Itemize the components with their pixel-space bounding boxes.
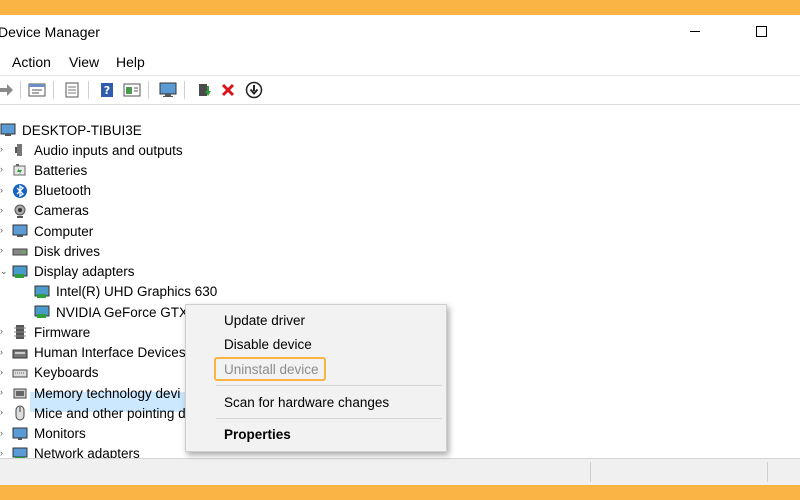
menu-action[interactable]: Action (12, 54, 51, 70)
expand-chevron-icon[interactable]: › (0, 144, 3, 154)
keyboard-icon (12, 365, 28, 381)
view-icon[interactable] (122, 80, 142, 100)
toolbar-separator (184, 81, 185, 99)
tree-category-keyboards[interactable]: Keyboards (12, 363, 99, 383)
gpu-icon (34, 304, 50, 320)
tree-category-bluetooth[interactable]: Bluetooth (12, 181, 91, 201)
bluetooth-icon (12, 183, 28, 199)
uninstall-x-icon[interactable] (218, 80, 238, 100)
tree-node-label: DESKTOP-TIBUI3E (22, 122, 142, 138)
tree-node-label: Computer (34, 223, 94, 239)
tree-category-mice-and-other-pointing-d[interactable]: Mice and other pointing d (12, 403, 186, 423)
help-icon[interactable]: ? (97, 80, 117, 100)
expand-chevron-icon[interactable]: › (0, 387, 3, 397)
tree-node-label: Bluetooth (34, 183, 92, 198)
tree-node-label: Firmware (34, 324, 91, 340)
properties-icon[interactable] (27, 80, 47, 100)
window-title: Device Manager (0, 24, 100, 40)
context-menu: Update driver Disable device Uninstall d… (185, 304, 447, 452)
disable-device-menu-item[interactable]: Disable device (224, 337, 312, 352)
tree-category-monitors[interactable]: Monitors (12, 424, 86, 444)
tree-category-batteries[interactable]: Batteries (12, 160, 87, 180)
gpu-icon (34, 284, 50, 300)
tree-category-memory-technology-devi[interactable]: Memory technology devi (12, 383, 180, 403)
tree-device-node[interactable]: Intel(R) UHD Graphics 630 (34, 282, 217, 302)
tree-category-human-interface-devices[interactable]: Human Interface Devices (12, 343, 186, 363)
toolbar-separator (148, 81, 149, 99)
expand-chevron-icon[interactable]: › (0, 428, 3, 438)
scan-hardware-menu-item[interactable]: Scan for hardware changes (224, 395, 389, 410)
speaker-icon (12, 142, 28, 158)
expand-chevron-icon[interactable]: › (0, 367, 3, 377)
svg-text:?: ? (104, 84, 110, 97)
toolbar-separator (88, 81, 89, 99)
download-icon[interactable] (244, 80, 264, 100)
tree-category-display-adapters[interactable]: Display adapters (12, 262, 135, 282)
tree-category-computer[interactable]: Computer (12, 221, 93, 241)
tree-node-label: Disk drives (34, 243, 101, 259)
firmware-icon (12, 324, 28, 340)
menu-view[interactable]: View (69, 54, 99, 70)
battery-icon (12, 162, 28, 178)
collapse-chevron-icon[interactable]: ⌄ (0, 266, 8, 277)
expand-chevron-icon[interactable]: › (0, 185, 3, 195)
tree-category-cameras[interactable]: Cameras (12, 201, 89, 221)
update-driver-icon[interactable] (194, 80, 214, 100)
status-bar (0, 458, 800, 485)
uninstall-device-menu-item[interactable]: Uninstall device (224, 362, 319, 377)
expand-chevron-icon[interactable]: › (0, 245, 3, 255)
maximize-button[interactable] (738, 15, 784, 47)
expand-chevron-icon[interactable]: › (0, 326, 3, 336)
expand-chevron-icon[interactable]: › (0, 347, 3, 357)
update-driver-menu-item[interactable]: Update driver (224, 313, 305, 328)
desktop-root-icon (0, 122, 16, 138)
computer-icon (12, 223, 28, 239)
status-divider (767, 462, 768, 482)
expand-chevron-icon[interactable]: › (0, 225, 3, 235)
tree-node-label: Display adapters (34, 264, 135, 279)
tree-node-label: Cameras (34, 203, 89, 219)
tree-node-label: Memory technology devi (34, 385, 181, 401)
tree-node-label: Batteries (34, 162, 88, 178)
tree-node-label: Intel(R) UHD Graphics 630 (56, 284, 218, 300)
hid-icon (12, 345, 28, 361)
tree-node-label: Audio inputs and outputs (34, 142, 183, 158)
tree-category-disk-drives[interactable]: Disk drives (12, 241, 100, 261)
expand-chevron-icon[interactable]: › (0, 448, 3, 458)
tree-node-label: Keyboards (34, 365, 99, 381)
display-adapter-icon (12, 264, 28, 280)
title-bar: Device Manager (0, 15, 800, 47)
expand-chevron-icon[interactable]: › (0, 407, 3, 417)
mouse-icon (12, 405, 28, 421)
tree-root-node[interactable]: DESKTOP-TIBUI3E (0, 120, 142, 140)
tree-category-audio-inputs-and-outputs[interactable]: Audio inputs and outputs (12, 140, 183, 160)
tree-node-label: Monitors (34, 426, 86, 441)
toolbar-separator (20, 81, 21, 99)
expand-chevron-icon[interactable]: › (0, 164, 3, 174)
disk-drive-icon (12, 243, 28, 259)
menu-bar: Action View Help (0, 47, 800, 75)
tree-node-label: Mice and other pointing d (34, 405, 186, 421)
toolbar: ? (0, 75, 800, 105)
camera-icon (12, 203, 28, 219)
tree-node-label: Human Interface Devices (34, 345, 186, 360)
menu-separator (216, 385, 442, 386)
device-list-icon[interactable] (62, 80, 82, 100)
memory-icon (12, 385, 28, 401)
toolbar-separator (53, 81, 54, 99)
menu-separator (216, 418, 442, 419)
monitor-scan-icon[interactable] (158, 80, 178, 100)
properties-menu-item[interactable]: Properties (224, 427, 291, 442)
monitor-icon (12, 426, 28, 442)
menu-help[interactable]: Help (116, 54, 145, 70)
expand-chevron-icon[interactable]: › (0, 205, 3, 215)
minimize-button[interactable] (672, 15, 718, 47)
tree-category-firmware[interactable]: Firmware (12, 322, 90, 342)
forward-arrow-icon[interactable] (0, 80, 16, 100)
status-divider (590, 462, 591, 482)
